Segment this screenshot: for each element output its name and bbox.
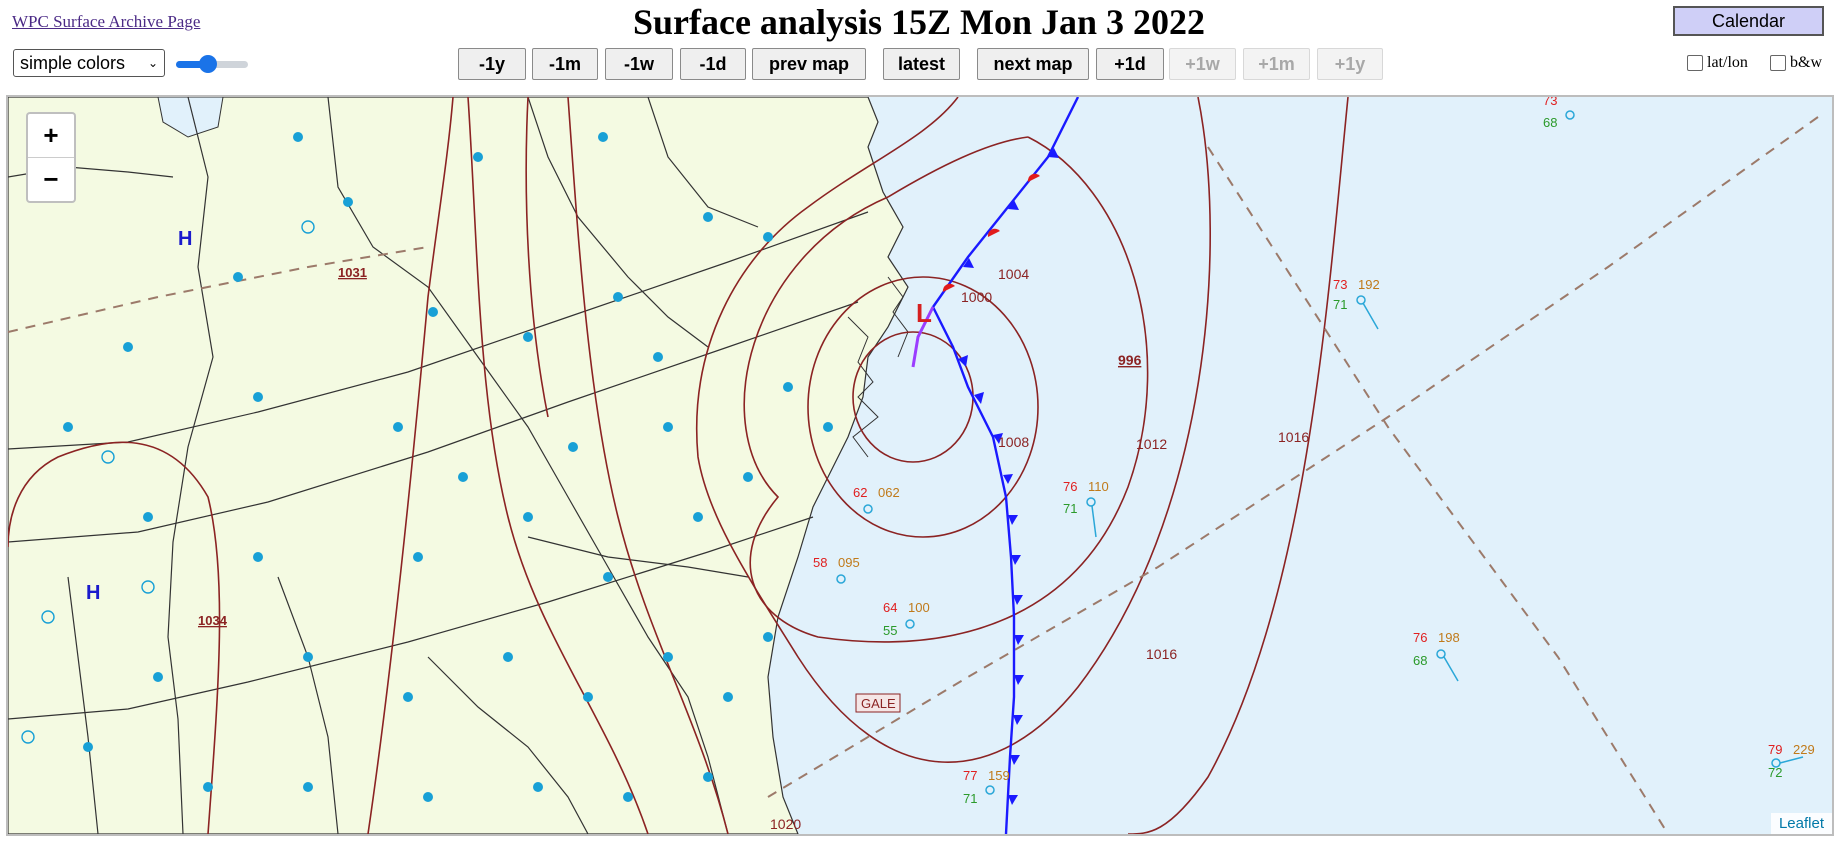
high-symbol-south: H [86,582,100,604]
latlon-label: lat/lon [1707,54,1748,71]
latest-button[interactable]: latest [883,48,960,80]
station-pressure: 198 [1438,630,1460,645]
isobar-label: 1020 [770,816,801,832]
low-pressure-label: 996 [1118,352,1142,368]
leaflet-attribution-link[interactable]: Leaflet [1770,813,1832,834]
station-dewpoint: 71 [1333,297,1347,312]
surface-map[interactable]: L 996 H 1031 H 1034 1004 1000 1008 1012 … [6,95,1834,836]
station-temp: 77 [963,768,977,783]
station-temp: 76 [1413,630,1427,645]
station-pressure: 062 [878,485,900,500]
isobar-label: 1016 [1146,646,1177,662]
isobar-label: 1004 [998,266,1029,282]
high-pressure-south: 1034 [198,613,228,628]
calendar-button[interactable]: Calendar [1673,6,1824,36]
chevron-down-icon: ⌄ [147,56,158,70]
station-pressure: 192 [1358,277,1380,292]
station-temp: 76 [1063,479,1077,494]
station-pressure: 110 [1088,479,1109,494]
low-symbol: L [916,298,932,328]
nav-button-minus-1m[interactable]: -1m [532,48,598,80]
color-scheme-value: simple colors [20,52,126,73]
bw-option[interactable]: b&w [1770,54,1822,72]
station-temp: 79 [1768,742,1782,757]
slider-thumb[interactable] [199,55,218,73]
bw-label: b&w [1790,54,1822,71]
zoom-control: + − [26,112,76,203]
isobar-label: 1000 [961,289,992,305]
isobar-label: 1008 [998,434,1029,450]
station-temp: 73 [1543,97,1557,108]
zoom-out-button[interactable]: − [28,158,74,201]
isobar-label: 1012 [1136,436,1167,452]
station-pressure: 159 [988,768,1010,783]
gale-label: GALE [861,696,896,711]
station-dewpoint: 71 [963,791,977,806]
nav-button-minus-1y[interactable]: -1y [458,48,526,80]
nav-button-plus-1m[interactable]: +1m [1243,48,1310,80]
station-dewpoint: 71 [1063,501,1077,516]
high-pressure-north: 1031 [338,265,367,280]
prev-map-button[interactable]: prev map [752,48,866,80]
zoom-in-button[interactable]: + [28,114,74,157]
page-title: Surface analysis 15Z Mon Jan 3 2022 [632,2,1206,42]
opacity-slider[interactable] [176,55,248,73]
isobar-label: 1016 [1278,429,1309,445]
station-temp: 62 [853,485,867,500]
station-temp: 58 [813,555,827,570]
nav-button-minus-1w[interactable]: -1w [605,48,673,80]
next-map-button[interactable]: next map [977,48,1089,80]
nav-button-minus-1d[interactable]: -1d [680,48,746,80]
nav-button-plus-1w[interactable]: +1w [1169,48,1236,80]
station-dewpoint: 68 [1543,115,1557,130]
station-pressure: 095 [838,555,860,570]
nav-button-plus-1d[interactable]: +1d [1096,48,1164,80]
map-canvas[interactable]: L 996 H 1031 H 1034 1004 1000 1008 1012 … [8,97,1832,834]
station-pressure: 229 [1793,742,1815,757]
high-symbol-north: H [178,228,192,250]
color-scheme-select[interactable]: simple colors ⌄ [13,49,165,77]
station-pressure: 100 [908,600,930,615]
station-dewpoint: 55 [883,623,897,638]
latlon-checkbox[interactable] [1687,55,1703,71]
station-temp: 64 [883,600,897,615]
latlon-option[interactable]: lat/lon [1687,54,1748,72]
station-dewpoint: 68 [1413,653,1427,668]
nav-button-plus-1y[interactable]: +1y [1317,48,1383,80]
bw-checkbox[interactable] [1770,55,1786,71]
station-temp: 73 [1333,277,1347,292]
